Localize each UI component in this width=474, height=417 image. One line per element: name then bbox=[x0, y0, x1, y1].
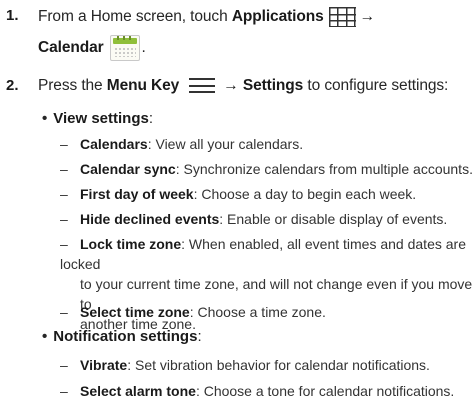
step-number: 1. bbox=[6, 7, 19, 24]
step-tail: to configure settings: bbox=[303, 77, 449, 94]
menu-key-icon bbox=[189, 78, 216, 94]
step-tail: . bbox=[141, 39, 146, 57]
dash-glyph: – bbox=[60, 211, 68, 227]
manual-page: { "steps": [ { "number": "1.", "parts": … bbox=[0, 0, 474, 417]
bullet-glyph: • bbox=[42, 110, 48, 127]
item-desc: : Choose a tone for calendar notificatio… bbox=[195, 383, 455, 399]
dash-glyph: – bbox=[60, 357, 68, 373]
list-item: – Vibrate: Set vibration behavior for cal… bbox=[60, 355, 430, 375]
item-term: Vibrate bbox=[80, 357, 128, 373]
item-term: Calendar sync bbox=[80, 161, 176, 177]
item-desc: : View all your calendars. bbox=[147, 136, 304, 152]
arrow-glyph: → bbox=[359, 8, 376, 26]
step-number: 2. bbox=[6, 77, 19, 94]
bullet-suffix: : bbox=[197, 328, 202, 345]
step-2-line-1: Press the Menu Key → Settings to configur… bbox=[38, 77, 448, 95]
step-1-line-2: Calendar. bbox=[38, 35, 146, 61]
bullet-suffix: : bbox=[148, 110, 154, 127]
item-desc: : Choose a time zone. bbox=[189, 304, 326, 320]
list-item: – Select time zone: Choose a time zone. bbox=[60, 302, 326, 322]
step-1: 1. From a Home screen, touch Application… bbox=[0, 7, 474, 61]
dash-glyph: – bbox=[60, 161, 68, 177]
dash-glyph: – bbox=[60, 186, 68, 202]
menu-key-label: Menu Key bbox=[106, 77, 180, 94]
step-text: From a Home screen, touch bbox=[38, 8, 232, 26]
step-text: Press the bbox=[38, 77, 107, 94]
view-settings-label: View settings bbox=[53, 110, 149, 127]
list-item: – Calendars: View all your calendars. bbox=[60, 134, 303, 154]
item-term: First day of week bbox=[80, 186, 194, 202]
settings-label: Settings bbox=[242, 77, 304, 94]
dash-glyph: – bbox=[60, 236, 68, 252]
notification-settings-label: Notification settings bbox=[53, 328, 198, 345]
item-term: Select alarm tone bbox=[80, 383, 196, 399]
view-settings-bullet: • View settings: bbox=[42, 110, 153, 127]
list-item: – Select alarm tone: Choose a tone for ca… bbox=[60, 381, 454, 401]
item-desc: : Synchronize calendars from multiple ac… bbox=[175, 161, 473, 177]
notification-settings-bullet: • Notification settings: bbox=[42, 328, 202, 345]
item-term: Lock time zone bbox=[80, 236, 182, 252]
applications-label: Applications bbox=[231, 8, 324, 26]
calendar-label: Calendar bbox=[38, 39, 104, 57]
dash-glyph: – bbox=[60, 136, 68, 152]
dash-glyph: – bbox=[60, 383, 68, 399]
list-item: – First day of week: Choose a day to begi… bbox=[60, 184, 416, 204]
item-term: Hide declined events bbox=[80, 211, 220, 227]
list-item: – Calendar sync: Synchronize calendars fr… bbox=[60, 159, 473, 179]
item-term: Calendars bbox=[80, 136, 148, 152]
item-desc: : Set vibration behavior for calendar no… bbox=[127, 357, 430, 373]
bullet-glyph: • bbox=[42, 328, 48, 345]
item-desc: : Choose a day to begin each week. bbox=[193, 186, 417, 202]
step-1-line-1: From a Home screen, touch Applications → bbox=[38, 7, 375, 27]
step-2: 2. Press the Menu Key → Settings to confi… bbox=[0, 77, 474, 99]
item-term: Select time zone bbox=[80, 304, 190, 320]
item-desc: : Enable or disable display of events. bbox=[219, 211, 448, 227]
list-item: – Hide declined events: Enable or disable… bbox=[60, 209, 447, 229]
calendar-app-icon bbox=[109, 35, 140, 61]
applications-grid-icon bbox=[328, 7, 356, 27]
arrow-glyph: → bbox=[223, 77, 239, 94]
dash-glyph: – bbox=[60, 304, 68, 320]
